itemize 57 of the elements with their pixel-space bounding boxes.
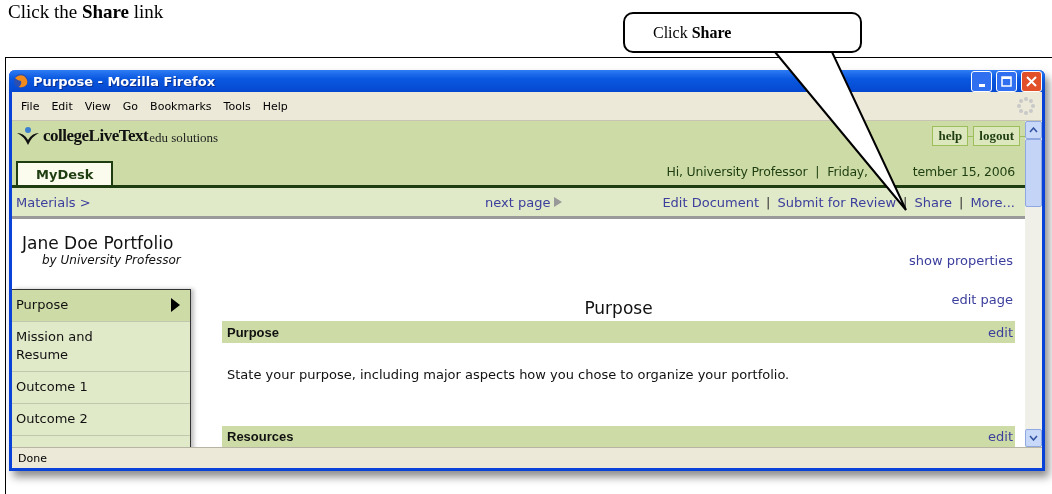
menu-item[interactable]: File (18, 99, 49, 113)
instruction-text: Click the Share link (8, 1, 164, 22)
menu-item[interactable]: Edit (48, 99, 82, 113)
nav-link[interactable]: Share (914, 194, 952, 210)
logo-text: collegeLiveText (43, 126, 149, 146)
edit-link[interactable]: edit (988, 324, 1013, 340)
separator: | (815, 164, 820, 179)
next-page-link[interactable]: next page (485, 194, 563, 210)
section-title: Purpose (227, 324, 279, 340)
chevron-down-icon (1029, 435, 1038, 441)
triangle-icon (171, 298, 180, 312)
scrollbar-thumb[interactable] (1025, 139, 1042, 207)
separator: | (959, 194, 964, 210)
sidebar-item[interactable]: Outcome 2 (12, 404, 190, 436)
header-info-text: tember 15, 2006 (912, 164, 1015, 179)
menu-item[interactable]: Go (119, 99, 148, 113)
logo-subtitle: edu solutions (149, 129, 219, 146)
close-button[interactable] (1021, 70, 1042, 92)
maximize-icon (1001, 75, 1012, 87)
document-title: Jane Doe Portfolio (22, 233, 175, 253)
menu-item[interactable]: Bookmarks (147, 99, 221, 113)
window-title: Purpose - Mozilla Firefox (33, 73, 217, 89)
sidebar-item[interactable]: Mission and Resume (12, 322, 190, 372)
minimize-icon (978, 83, 985, 87)
scrollbar[interactable] (1025, 121, 1042, 447)
document-author: by University Professor (42, 253, 183, 267)
throbber-icon (1016, 96, 1036, 116)
edit-link[interactable]: edit (988, 428, 1013, 444)
callout-text: Click Share (653, 23, 732, 42)
logo-icon (16, 126, 40, 146)
maximize-button[interactable] (996, 70, 1017, 92)
close-icon (1026, 75, 1037, 87)
triangle-icon (554, 197, 563, 207)
logout-button[interactable]: logout (973, 126, 1020, 146)
edit-page-link[interactable]: edit page (951, 292, 1013, 307)
section-title: Resources (227, 428, 294, 444)
nav-link[interactable]: More... (970, 194, 1015, 210)
page-title: Purpose (584, 298, 653, 319)
menu-item[interactable]: Tools (220, 99, 260, 113)
minimize-button[interactable] (971, 70, 992, 92)
header-info-text: Hi, University Professor (666, 164, 808, 179)
status-text: Done (18, 451, 47, 465)
menu-item[interactable]: View (81, 99, 120, 113)
header-info-text: Friday, (827, 164, 868, 179)
nav-link[interactable]: Submit for Review (777, 194, 897, 210)
breadcrumb-link[interactable]: Materials > (16, 194, 91, 210)
mydesk-tab[interactable]: MyDesk (16, 161, 114, 185)
help-button[interactable]: help (932, 126, 969, 146)
section-text: State your purpose, including major aspects how you chose to organize your portfolio. (227, 366, 790, 382)
show-properties-link[interactable]: show properties (908, 253, 1013, 268)
sidebar-item[interactable]: Outcome 1 (12, 372, 190, 404)
menu-item[interactable]: Help (259, 99, 297, 113)
separator: | (766, 194, 771, 210)
sidebar-item[interactable]: Purpose (12, 290, 190, 322)
chevron-up-icon (1029, 127, 1038, 133)
globe-icon (13, 73, 29, 89)
nav-link[interactable]: Edit Document (662, 194, 760, 210)
